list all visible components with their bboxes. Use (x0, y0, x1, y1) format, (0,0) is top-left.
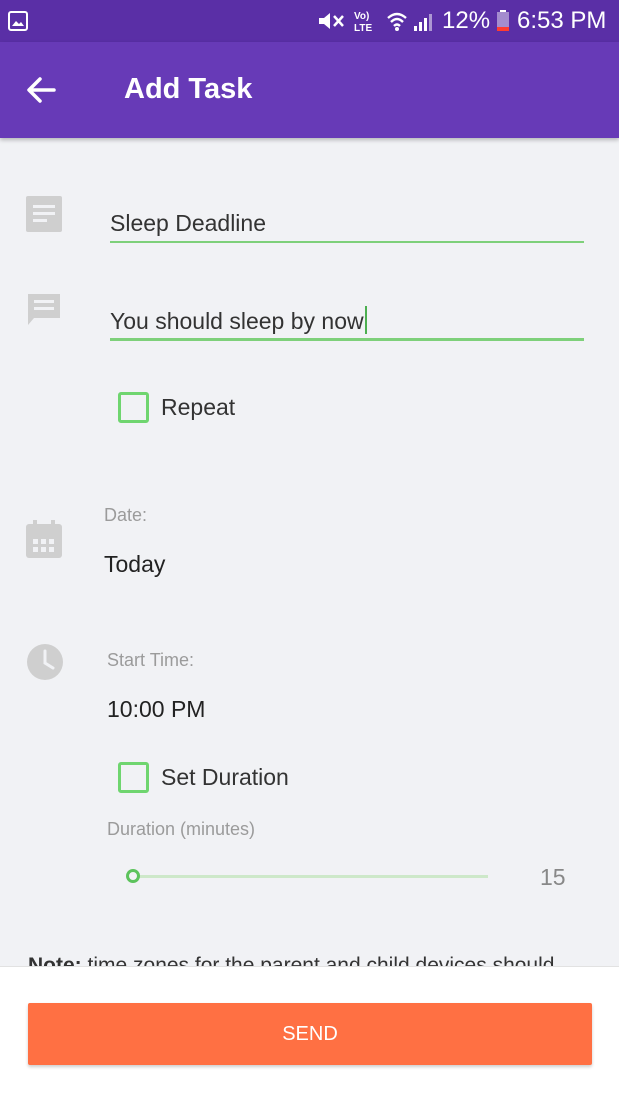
svg-text:LTE: LTE (354, 23, 372, 34)
calendar-icon (26, 520, 62, 558)
duration-slider-track[interactable] (134, 875, 488, 878)
send-button[interactable]: SEND (28, 1003, 592, 1065)
note-bold: Note: (28, 954, 82, 966)
start-time-value[interactable]: 10:00 PM (107, 696, 205, 723)
date-label: Date: (104, 505, 148, 525)
set-duration-checkbox-row[interactable]: Set Duration (118, 762, 289, 793)
duration-value: 15 (540, 864, 566, 890)
note-body: time zones for the parent and child devi… (81, 954, 555, 966)
repeat-label: Repeat (161, 394, 236, 420)
task-message-underline (110, 338, 584, 341)
repeat-checkbox-row[interactable]: Repeat (118, 392, 235, 423)
back-button[interactable] (16, 66, 64, 114)
svg-text:Vo): Vo) (354, 11, 369, 22)
battery-percent: 12% (442, 7, 491, 34)
app-bar: Add Task (0, 42, 619, 138)
clock-icon (27, 644, 63, 680)
set-duration-label: Set Duration (161, 764, 289, 790)
page-title: Add Task (124, 73, 253, 105)
start-time-label: Start Time: (107, 650, 195, 670)
task-message-input[interactable]: You should sleep by now (110, 306, 584, 342)
task-title-input[interactable]: Sleep Deadline (110, 210, 584, 246)
volte-icon: Vo) LTE (354, 11, 372, 34)
battery-icon (497, 10, 509, 31)
clock: 6:53 PM (517, 7, 607, 34)
text-cursor (364, 306, 367, 334)
arrow-back-icon (27, 77, 56, 103)
wifi-icon (387, 12, 407, 31)
date-value[interactable]: Today (104, 551, 165, 578)
repeat-checkbox[interactable] (118, 392, 149, 423)
task-title-value: Sleep Deadline (110, 210, 267, 236)
set-duration-checkbox[interactable] (118, 762, 149, 793)
subject-icon (26, 196, 62, 232)
task-message-value: You should sleep by now (110, 308, 364, 334)
comment-icon (28, 294, 60, 325)
mute-icon (319, 13, 344, 29)
bottom-panel: SEND (0, 966, 619, 1100)
duration-slider-thumb[interactable] (126, 869, 140, 883)
duration-label: Duration (minutes) (107, 819, 256, 839)
gallery-icon (8, 11, 28, 31)
duration-slider[interactable] (126, 866, 488, 886)
status-bar: Vo) LTE 12% 6:53 PM (0, 0, 619, 42)
signal-icon (414, 14, 432, 31)
note-text: Note: time zones for the parent and chil… (28, 952, 598, 966)
task-title-underline (110, 241, 584, 243)
